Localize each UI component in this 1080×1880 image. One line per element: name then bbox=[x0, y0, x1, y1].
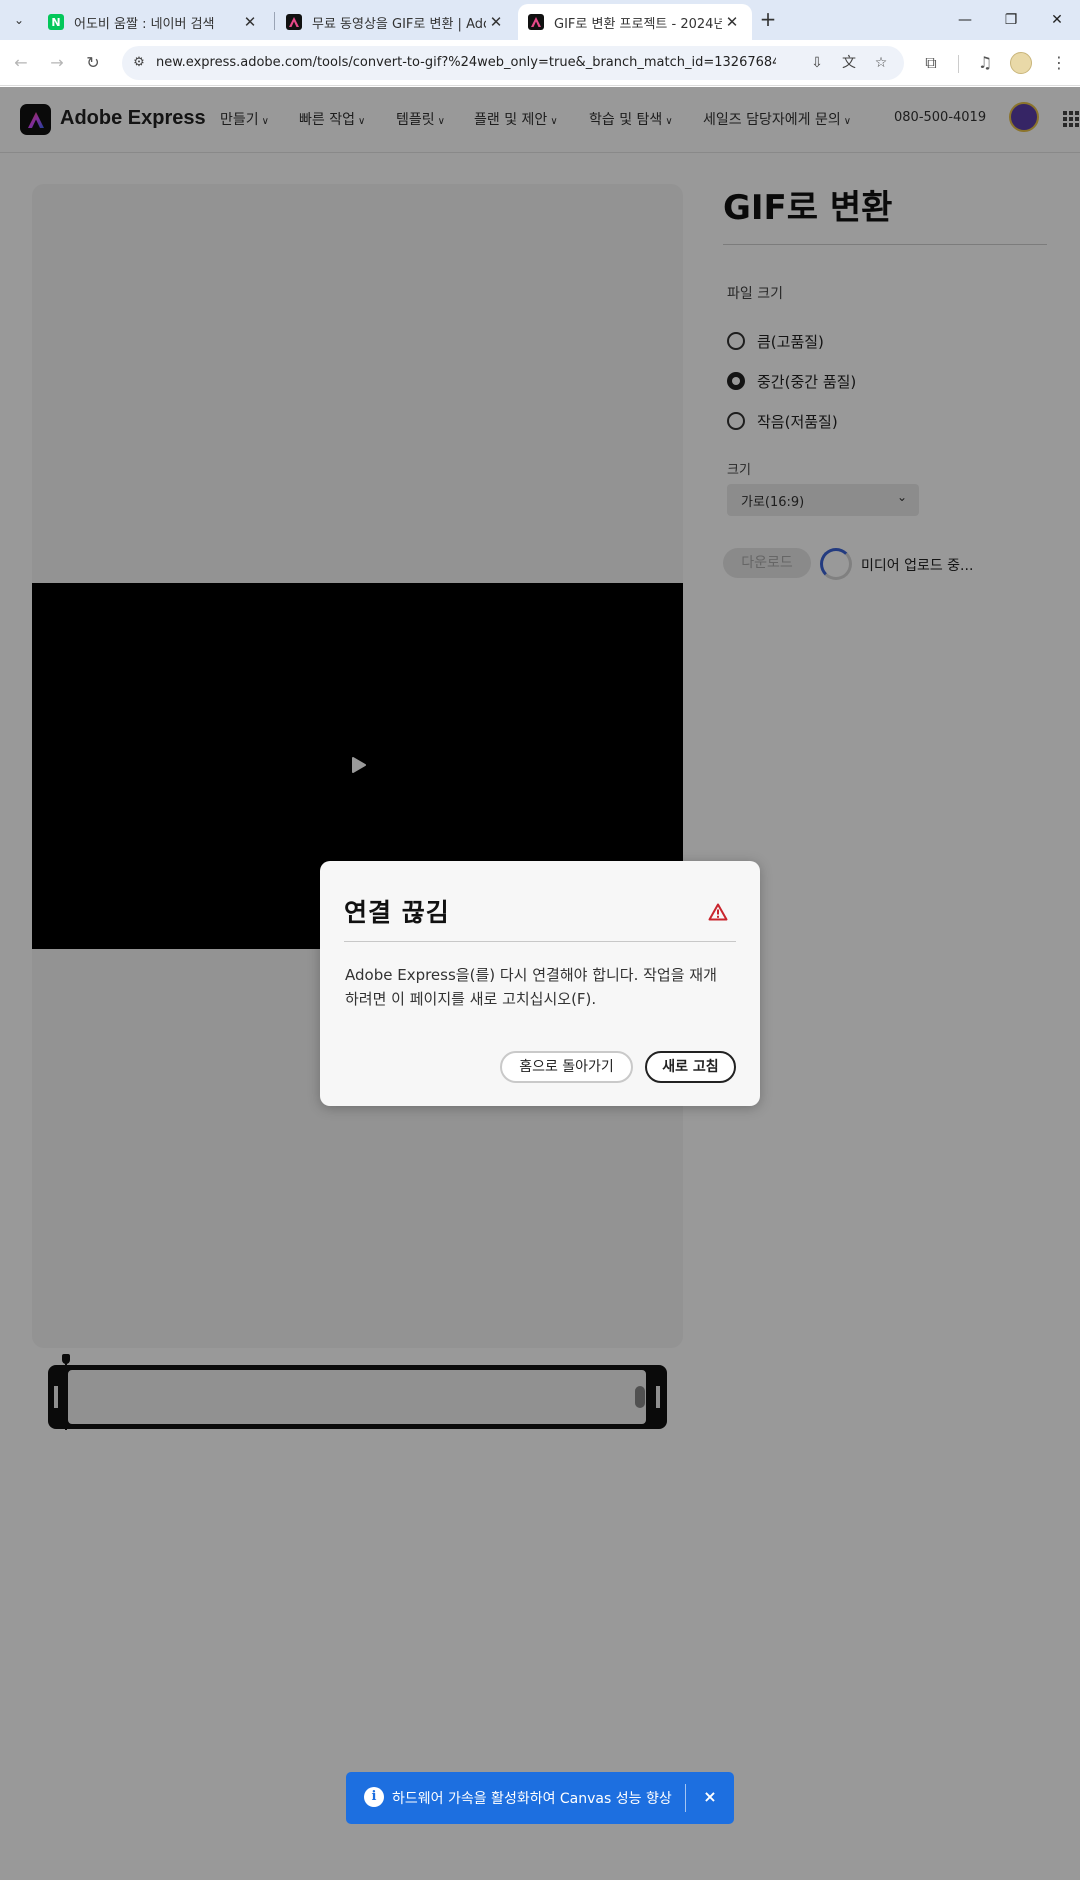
browser-toolbar: ← → ↻ ⚙ new.express.adobe.com/tools/conv… bbox=[0, 40, 1080, 86]
address-bar[interactable]: ⚙ new.express.adobe.com/tools/convert-to… bbox=[122, 46, 904, 80]
toolbar-divider bbox=[958, 55, 959, 73]
adobe-favicon-icon bbox=[528, 14, 544, 30]
bookmark-star-icon[interactable]: ☆ bbox=[870, 53, 892, 73]
dialog-divider bbox=[344, 941, 736, 942]
dialog-message: Adobe Express을(를) 다시 연결해야 합니다. 작업을 재개하려면… bbox=[345, 966, 717, 1008]
toast-close-button[interactable]: × bbox=[698, 1785, 722, 1809]
dialog-title: 연결 끊김 bbox=[344, 898, 450, 927]
warning-icon bbox=[708, 903, 728, 921]
site-info-icon[interactable]: ⚙ bbox=[130, 54, 148, 72]
back-arrow-icon[interactable]: ← bbox=[8, 50, 34, 76]
tab-title: GIF로 변환 프로젝트 - 2024년 bbox=[554, 16, 722, 32]
extensions-icon[interactable]: ⧉ bbox=[918, 50, 944, 76]
minimize-button[interactable]: — bbox=[942, 6, 988, 34]
url-text[interactable]: new.express.adobe.com/tools/convert-to-g… bbox=[156, 54, 776, 72]
refresh-button[interactable]: 새로 고침 bbox=[645, 1051, 736, 1083]
tab-separator bbox=[274, 12, 275, 30]
info-icon: i bbox=[364, 1787, 384, 1807]
browser-tab-project[interactable]: GIF로 변환 프로젝트 - 2024년 ✕ bbox=[518, 4, 752, 40]
disconnected-dialog: 연결 끊김 Adobe Express을(를) 다시 연결해야 합니다. 작업을… bbox=[320, 861, 760, 1106]
tab-search-chevron-icon[interactable]: ⌄ bbox=[6, 8, 32, 32]
media-controls-icon[interactable]: ♫ bbox=[972, 50, 998, 76]
new-tab-button[interactable]: + bbox=[757, 8, 779, 32]
tab-close-icon[interactable]: ✕ bbox=[486, 13, 506, 31]
toast-message: 하드웨어 가속을 활성화하여 Canvas 성능 향상 bbox=[392, 1791, 672, 1807]
restore-button[interactable]: ❐ bbox=[988, 6, 1034, 34]
tab-close-icon[interactable]: ✕ bbox=[722, 13, 742, 31]
tab-title: 무료 동영상을 GIF로 변환 | Adobe Express bbox=[312, 16, 486, 32]
naver-favicon-icon: N bbox=[48, 14, 64, 30]
tab-close-icon[interactable]: ✕ bbox=[240, 13, 260, 31]
toast-divider bbox=[685, 1784, 686, 1812]
tab-title: 어도비 움짤 : 네이버 검색 bbox=[74, 16, 215, 32]
install-app-icon[interactable]: ⇩ bbox=[806, 53, 828, 73]
close-window-button[interactable]: ✕ bbox=[1034, 6, 1080, 34]
adobe-favicon-icon bbox=[286, 14, 302, 30]
menu-dots-icon[interactable]: ⋮ bbox=[1046, 50, 1072, 76]
reload-icon[interactable]: ↻ bbox=[80, 50, 106, 76]
translate-icon[interactable]: 文 bbox=[838, 53, 860, 73]
browser-tab-naver[interactable]: N 어도비 움짤 : 네이버 검색 ✕ bbox=[38, 4, 270, 40]
hardware-acceleration-toast: i 하드웨어 가속을 활성화하여 Canvas 성능 향상 × bbox=[346, 1772, 734, 1824]
go-home-button[interactable]: 홈으로 돌아가기 bbox=[500, 1051, 633, 1083]
browser-tabstrip: ⌄ N 어도비 움짤 : 네이버 검색 ✕ 무료 동영상을 GIF로 변환 | … bbox=[0, 0, 1080, 40]
browser-tab-gif-tool[interactable]: 무료 동영상을 GIF로 변환 | Adobe Express ✕ bbox=[276, 4, 516, 40]
forward-arrow-icon[interactable]: → bbox=[44, 50, 70, 76]
profile-icon[interactable] bbox=[1010, 52, 1032, 74]
